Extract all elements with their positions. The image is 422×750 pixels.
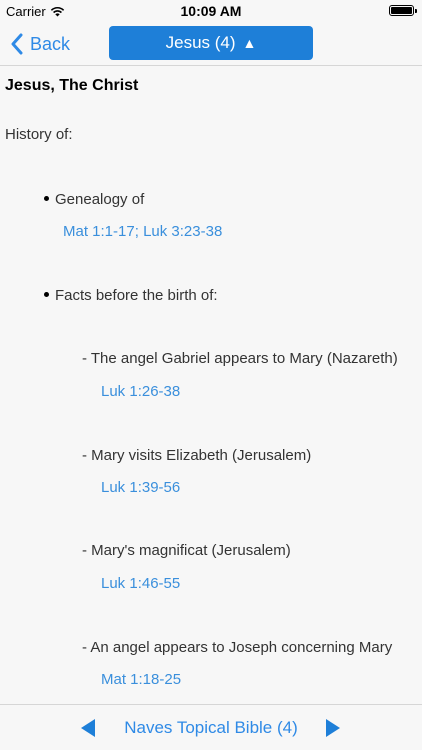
reference-row: Luk 1:26-38 — [101, 383, 180, 400]
triangle-left-icon[interactable] — [81, 719, 95, 737]
reference-row: Mat 1:18-25 — [101, 671, 181, 688]
bullet-label: Facts before the birth of: — [55, 287, 218, 304]
reference-link[interactable]: Mat 1:1-17 — [63, 223, 135, 240]
triangle-up-icon: ▲ — [242, 35, 257, 51]
reference-link[interactable]: Luk 1:39-56 — [101, 479, 180, 496]
reference-link[interactable]: Luk 1:26-38 — [101, 383, 180, 400]
reference-link[interactable]: Mat 1:18-25 — [101, 671, 181, 688]
topic-heading: Jesus, The Christ — [5, 77, 139, 94]
reference-row: Luk 1:46-55 — [101, 575, 180, 592]
topic-title: Jesus (4) — [165, 33, 236, 52]
reference-row: Luk 1:39-56 — [101, 479, 180, 496]
sub-item: - Mary's magnificat (Jerusalem) — [82, 542, 291, 559]
bullet-item: Facts before the birth of: — [44, 287, 218, 304]
battery-icon — [389, 5, 417, 16]
back-button[interactable]: Back — [10, 30, 70, 58]
bullet-label: Genealogy of — [55, 191, 145, 208]
reference-link[interactable]: Luk 1:46-55 — [101, 575, 180, 592]
reference-link[interactable]: Luk 3:23-38 — [143, 223, 222, 240]
status-time: 10:09 AM — [180, 3, 242, 19]
bullet-icon — [44, 291, 49, 297]
sub-item: - The angel Gabriel appears to Mary (Naz… — [82, 350, 398, 367]
reference-separator: ; — [134, 223, 144, 240]
topic-content[interactable]: Jesus, The Christ History of: Genealogy … — [0, 67, 422, 704]
section-subhead: History of: — [5, 126, 73, 143]
chevron-left-icon — [11, 33, 23, 55]
bullet-item: Genealogy of — [44, 191, 144, 208]
source-book-label[interactable]: Naves Topical Bible (4) — [110, 718, 312, 738]
bottom-toolbar: Naves Topical Bible (4) — [0, 704, 422, 750]
bullet-icon — [44, 195, 49, 201]
sub-item: - Mary visits Elizabeth (Jerusalem) — [82, 447, 312, 464]
back-label: Back — [30, 33, 71, 54]
sub-item: - An angel appears to Joseph concerning … — [82, 639, 393, 656]
triangle-right-icon[interactable] — [326, 719, 340, 737]
reference-row: Mat 1:1-17; Luk 3:23-38 — [63, 223, 222, 240]
topic-title-button[interactable]: Jesus (4) ▲ — [109, 26, 313, 60]
navigation-bar: Back Jesus (4) ▲ — [0, 22, 422, 66]
status-bar: Carrier 10:09 AM — [0, 0, 422, 22]
